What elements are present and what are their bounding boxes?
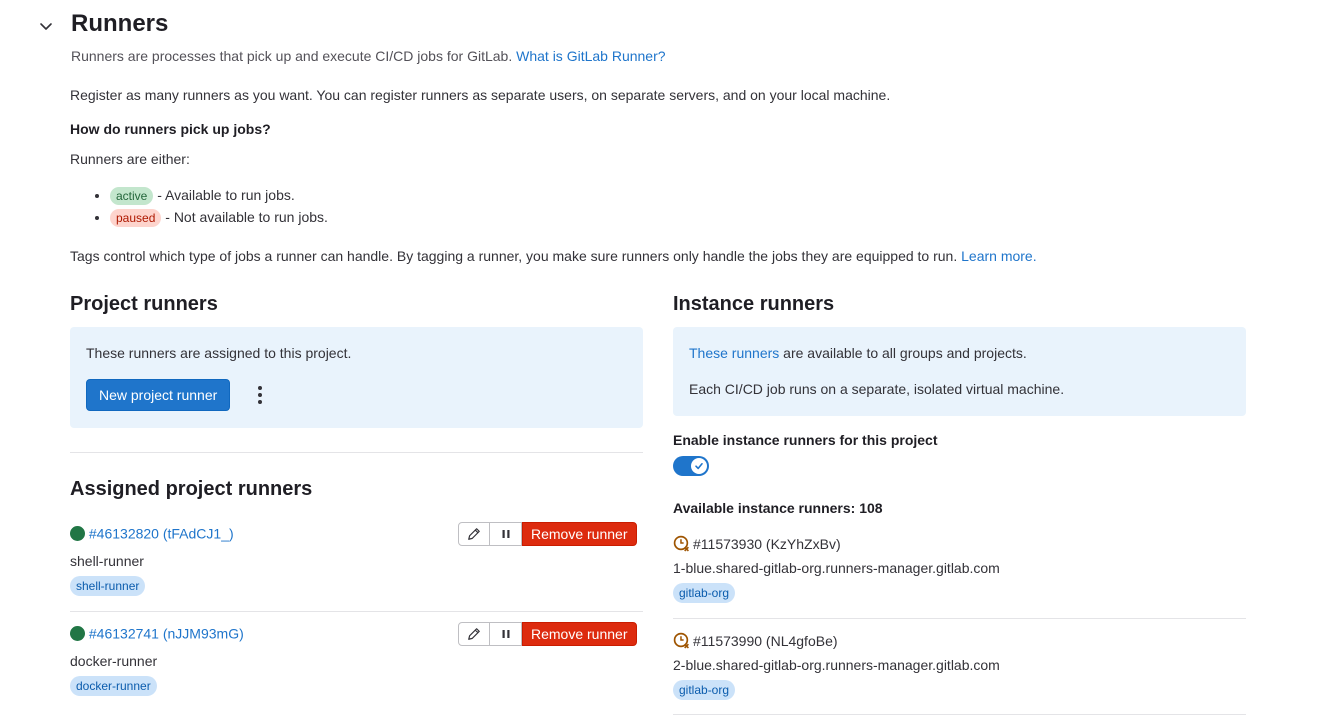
register-text: Register as many runners as you want. Yo… <box>70 87 891 103</box>
runner-id-link[interactable]: #46132741 (nJJM93mG) <box>89 625 244 641</box>
instance-runner-id: #11573930 (KzYhZxBv) <box>693 535 841 552</box>
instance-runner-host: 1-blue.shared-gitlab-org.runners-manager… <box>673 560 1000 576</box>
instance-runners-info-text: These runners are available to all group… <box>689 345 1027 361</box>
pause-runner-button[interactable] <box>490 622 522 646</box>
learn-more-link[interactable]: Learn more. <box>961 248 1036 264</box>
list-item: #11573990 (NL4gfoBe) <box>673 632 838 649</box>
edit-runner-button[interactable] <box>458 622 490 646</box>
active-badge: active <box>110 187 154 205</box>
instance-runners-title: Instance runners <box>673 293 835 315</box>
runner-tag: docker-runner <box>70 676 157 696</box>
how-heading: How do runners pick up jobs? <box>70 121 271 137</box>
edit-runner-button[interactable] <box>458 522 490 546</box>
divider <box>673 714 1246 715</box>
project-runners-title: Project runners <box>70 293 218 315</box>
tags-text: Tags control which type of jobs a runner… <box>70 248 1037 264</box>
either-text: Runners are either: <box>70 151 190 167</box>
project-runners-info-box: These runners are assigned to this proje… <box>70 327 643 428</box>
divider <box>673 618 1246 619</box>
remove-runner-button[interactable]: Remove runner <box>522 522 637 546</box>
stale-clock-icon <box>673 632 689 649</box>
remove-runner-button[interactable]: Remove runner <box>522 622 637 646</box>
pencil-icon <box>468 528 480 540</box>
assigned-runners-title: Assigned project runners <box>70 478 313 500</box>
divider <box>70 452 643 453</box>
runner-name: shell-runner <box>70 553 144 569</box>
instance-runners-info-box: These runners are available to all group… <box>673 327 1246 416</box>
these-runners-link[interactable]: These runners <box>689 345 779 361</box>
pause-runner-button[interactable] <box>490 522 522 546</box>
more-actions-icon[interactable] <box>252 383 268 407</box>
isolated-vm-text: Each CI/CD job runs on a separate, isola… <box>689 381 1065 397</box>
available-instance-runners-count: Available instance runners: 108 <box>673 500 883 516</box>
instance-runner-id: #11573990 (NL4gfoBe) <box>693 632 838 649</box>
project-runners-info-text: These runners are assigned to this proje… <box>86 345 352 361</box>
stale-clock-icon <box>673 535 689 552</box>
runner-tag: gitlab-org <box>673 680 736 700</box>
runner-name: docker-runner <box>70 653 158 669</box>
divider <box>70 611 643 612</box>
page-title: Runners <box>71 10 169 37</box>
list-item: #11573930 (KzYhZxBv) <box>673 535 841 552</box>
list-item: paused - Not available to run jobs. <box>110 206 328 228</box>
online-status-icon <box>70 525 85 541</box>
runner-states-list: active - Available to run jobs. paused -… <box>70 184 328 228</box>
runner-actions: Remove runner <box>458 522 637 546</box>
pause-icon <box>502 530 509 538</box>
instance-runner-host: 2-blue.shared-gitlab-org.runners-manager… <box>673 657 1000 673</box>
enable-instance-runners-toggle[interactable] <box>673 456 709 476</box>
chevron-down-icon[interactable] <box>38 18 54 34</box>
paused-badge: paused <box>110 209 162 227</box>
what-is-runner-link[interactable]: What is GitLab Runner? <box>516 48 665 64</box>
online-status-icon <box>70 625 85 641</box>
enable-instance-runners-label: Enable instance runners for this project <box>673 432 938 448</box>
list-item: active - Available to run jobs. <box>110 184 328 206</box>
runner-id-link[interactable]: #46132820 (tFAdCJ1_) <box>89 525 234 541</box>
list-item: #46132741 (nJJM93mG) <box>70 624 244 641</box>
runner-actions: Remove runner <box>458 622 637 646</box>
pause-icon <box>502 630 509 638</box>
check-icon <box>695 463 703 470</box>
intro-text: Runners are processes that pick up and e… <box>71 48 666 64</box>
runner-tag: gitlab-org <box>673 583 736 603</box>
pencil-icon <box>468 628 480 640</box>
list-item: #46132820 (tFAdCJ1_) <box>70 524 234 541</box>
new-project-runner-button[interactable]: New project runner <box>86 379 231 411</box>
runner-tag: shell-runner <box>70 576 146 596</box>
